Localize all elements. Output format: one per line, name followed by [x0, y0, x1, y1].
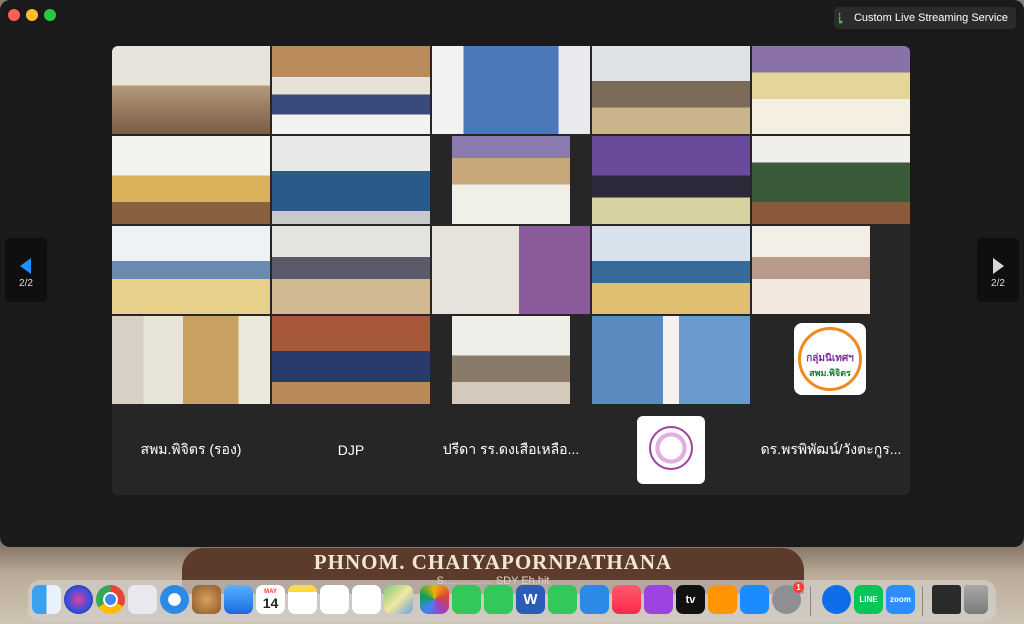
right-arrow-icon: [993, 258, 1004, 274]
keynote-icon[interactable]: [580, 585, 609, 614]
word-letter: W: [523, 591, 538, 608]
appletv-icon[interactable]: tv: [676, 585, 705, 614]
participant-logo-tile[interactable]: กลุ่มนิเทศฯ สพม.พิจิตร: [752, 316, 910, 404]
participant-name: สพม.พิจิตร (รอง): [140, 441, 242, 457]
calendar-icon[interactable]: MAY 14: [256, 585, 285, 614]
finder-icon[interactable]: [32, 585, 61, 614]
participant-video-tile[interactable]: [432, 226, 590, 314]
bronze-app-icon[interactable]: [192, 585, 221, 614]
participant-name-tile[interactable]: ดร.พรพิพัฒน์/วังตะกูร...: [752, 406, 910, 494]
notes-icon[interactable]: [288, 585, 317, 614]
participant-video-tile[interactable]: [112, 46, 270, 134]
prev-page-indicator: 2/2: [19, 278, 33, 289]
macos-dock: MAY 14 W tv 1 LINE zoom: [28, 580, 996, 622]
stream-badge-label: Custom Live Streaming Service: [853, 12, 1008, 24]
participant-video-tile[interactable]: [592, 226, 750, 314]
appletv-label: tv: [685, 593, 696, 606]
music-icon[interactable]: [612, 585, 641, 614]
participant-video-tile[interactable]: [112, 316, 270, 404]
meeting-window: Custom Live Streaming Service 2/2 2/2 กล…: [0, 0, 1024, 547]
previous-page-button[interactable]: 2/2: [5, 238, 47, 302]
dock-separator: [922, 586, 923, 616]
chrome-icon[interactable]: [96, 585, 125, 614]
trash-icon[interactable]: [964, 585, 988, 614]
participant-video-tile[interactable]: [752, 226, 870, 314]
left-arrow-icon: [20, 258, 31, 274]
participant-video-tile[interactable]: [272, 46, 430, 134]
zoom-label: zoom: [890, 595, 911, 604]
siri-icon[interactable]: [64, 585, 93, 614]
participant-video-tile[interactable]: [272, 136, 430, 224]
settings-notification-badge: 1: [793, 582, 804, 593]
participant-name-tile[interactable]: DJP: [272, 406, 430, 494]
freeform-icon[interactable]: [320, 585, 349, 614]
participant-video-tile[interactable]: [272, 226, 430, 314]
participant-video-tile[interactable]: [592, 316, 750, 404]
participant-name-tile[interactable]: สพม.พิจิตร (รอง): [112, 406, 270, 494]
teamviewer-icon[interactable]: [822, 585, 851, 614]
signal-icon: [838, 12, 843, 24]
participant-video-tile[interactable]: [432, 46, 590, 134]
school-emblem-icon: [637, 416, 705, 484]
live-streaming-badge[interactable]: Custom Live Streaming Service: [833, 7, 1016, 29]
participant-video-tile[interactable]: [752, 136, 910, 224]
messages-icon[interactable]: [452, 585, 481, 614]
participant-name: ดร.พรพิพัฒน์/วังตะกูร...: [760, 441, 902, 457]
window-thumbnail-icon[interactable]: [932, 585, 961, 614]
close-window-button[interactable]: [8, 9, 20, 21]
participant-video-tile[interactable]: [592, 46, 750, 134]
safari-icon[interactable]: [160, 585, 189, 614]
participant-name: ปรีดา รร.ดงเสือเหลือ...: [442, 441, 580, 457]
logo-text-line1: กลุ่มนิเทศฯ: [806, 353, 854, 364]
participant-name-tile[interactable]: ปรีดา รร.ดงเสือเหลือ...: [432, 406, 590, 494]
books-icon[interactable]: [708, 585, 737, 614]
reminders-icon[interactable]: [352, 585, 381, 614]
participant-video-tile[interactable]: [452, 316, 570, 404]
participant-name: DJP: [337, 442, 365, 458]
facetime-icon[interactable]: [484, 585, 513, 614]
dock-separator: [810, 586, 811, 616]
line-icon[interactable]: LINE: [854, 585, 883, 614]
maps-icon[interactable]: [384, 585, 413, 614]
banner-title: PHNOM. CHAIYAPORNPATHANA: [313, 550, 673, 574]
minimize-window-button[interactable]: [26, 9, 38, 21]
supervision-group-logo: กลุ่มนิเทศฯ สพม.พิจิตร: [794, 323, 866, 395]
participant-video-tile[interactable]: [592, 136, 750, 224]
numbers-icon[interactable]: [548, 585, 577, 614]
participant-video-tile[interactable]: [272, 316, 430, 404]
next-page-button[interactable]: 2/2: [977, 238, 1019, 302]
participant-video-tile[interactable]: [112, 226, 270, 314]
logo-text-line2: สพม.พิจิตร: [809, 368, 851, 378]
photos-icon[interactable]: [420, 585, 449, 614]
launchpad-icon[interactable]: [128, 585, 157, 614]
settings-icon[interactable]: 1: [772, 582, 804, 614]
appstore-icon[interactable]: [740, 585, 769, 614]
zoom-icon[interactable]: zoom: [886, 585, 915, 614]
participant-video-tile[interactable]: [452, 136, 570, 224]
mail-icon[interactable]: [224, 585, 253, 614]
calendar-day: 14: [262, 595, 279, 611]
word-icon[interactable]: W: [516, 585, 545, 614]
next-page-indicator: 2/2: [991, 278, 1005, 289]
participant-logo-tile[interactable]: [592, 406, 750, 494]
participant-video-tile[interactable]: [112, 136, 270, 224]
participant-gallery: กลุ่มนิเทศฯ สพม.พิจิตร สพม.พิจิตร (รอง) …: [112, 46, 910, 495]
podcasts-icon[interactable]: [644, 585, 673, 614]
line-label: LINE: [859, 595, 878, 604]
fullscreen-window-button[interactable]: [44, 9, 56, 21]
participant-video-tile[interactable]: [752, 46, 910, 134]
